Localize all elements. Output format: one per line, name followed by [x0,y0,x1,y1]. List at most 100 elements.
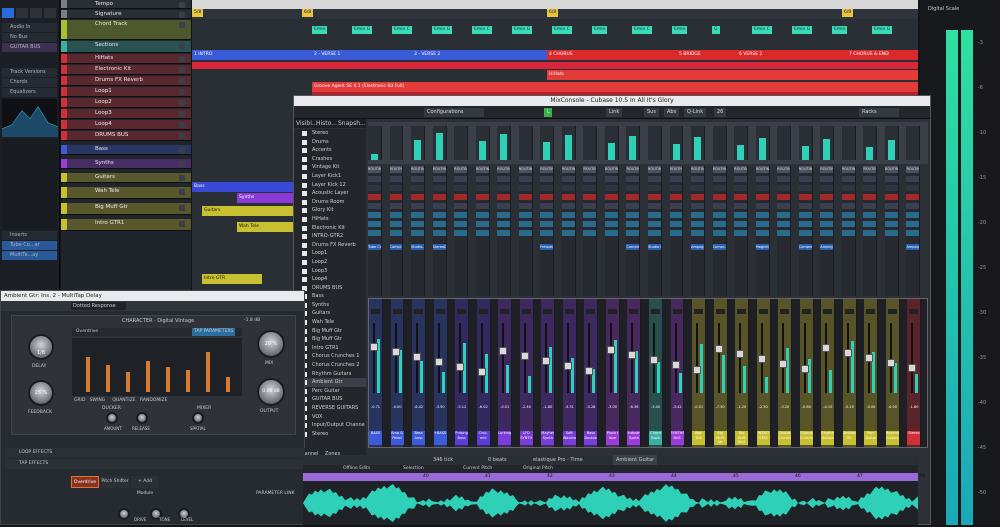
rack-slot[interactable] [540,221,554,227]
rack-slot[interactable] [755,185,769,191]
rack-slot[interactable] [691,221,704,227]
visibility-item[interactable]: Vintage Kit [294,163,366,172]
track-versions-row[interactable]: Track Versions [2,68,57,77]
audio-in-row[interactable]: Audio In [2,23,57,32]
channel-name[interactable]: Big Muff Gtr [713,431,727,445]
rack-slot[interactable] [368,185,381,191]
pan-control[interactable] [371,309,380,314]
level-readout[interactable]: -0.01 [692,405,705,409]
rack-slot[interactable] [475,194,489,200]
channel-name[interactable]: Reverse Guitars [885,431,899,445]
rack-slot[interactable] [368,203,381,209]
rack-slot[interactable] [863,185,877,191]
level-readout[interactable]: -5.12 [455,405,468,409]
rack-slot[interactable] [820,176,834,182]
rack-slot[interactable] [820,221,834,227]
inserts-row[interactable]: Inserts [2,231,57,240]
rack-slot[interactable] [669,185,683,191]
rack-slot[interactable] [475,212,489,218]
rack-slot[interactable] [691,185,704,191]
beats-readout[interactable]: 0 beats [488,455,507,465]
checkbox-icon[interactable] [302,139,307,145]
rack-slot[interactable] [561,176,575,182]
channel-name[interactable]: Big Muff Gtr2 [735,431,749,445]
visibility-item[interactable]: Loop1 [294,249,366,258]
track-mute-button[interactable] [179,205,185,211]
rack-slot[interactable] [648,212,661,218]
routing-header[interactable]: ROUTING [540,166,554,173]
track-header[interactable]: Intro GTR1 [61,219,191,231]
rack-slot[interactable] [583,230,597,236]
level-readout[interactable]: -0.00 [864,405,877,409]
rack-slot[interactable] [432,230,446,236]
rack-slot[interactable] [755,230,769,236]
release-knob[interactable] [136,412,148,424]
insert-slot[interactable]: StereoDelay [432,244,446,250]
rack-slot[interactable] [777,212,791,218]
waveform-display[interactable] [303,481,918,525]
insert-slot-2[interactable]: MultiTa...ay [2,251,57,260]
rack-slot[interactable] [863,194,877,200]
pan-control[interactable] [909,309,919,314]
channel-name[interactable]: Industrial Synth [627,431,641,445]
guitar-bus-row[interactable]: GUITAR BUS [2,43,57,52]
rack-slot[interactable] [884,176,898,182]
checkbox-icon[interactable] [302,208,307,214]
routing-header[interactable]: ROUTING [604,166,618,173]
rack-slot[interactable] [863,176,877,182]
section-verse2[interactable]: 3 - VERSE 2 [412,50,547,60]
level-readout[interactable]: -3.00 [606,405,619,409]
track-header[interactable]: Electronic Kit [61,65,191,75]
insert-slot[interactable]: Ampeg... [820,244,834,250]
visibility-item[interactable]: INTRO-GTR2 [294,232,366,241]
routing-header[interactable]: ROUTING [734,166,748,173]
track-header[interactable]: Synths [61,159,191,169]
link-button[interactable]: Link [606,108,623,117]
rack-slot[interactable] [626,203,640,209]
routing-header[interactable]: ROUTING [561,166,575,173]
visibility-item[interactable]: Loop4 [294,275,366,284]
pan-control[interactable] [564,309,574,314]
channel-name[interactable]: Perc Guitar [864,431,878,445]
fader-handle[interactable] [886,359,895,367]
visibility-item[interactable]: Glory Kit [294,206,366,215]
routing-header[interactable]: ROUTING [669,166,683,173]
routing-header[interactable]: ROUTING [798,166,812,173]
section-bridge[interactable]: 5 BRIDGE [677,50,737,60]
loop-button[interactable]: L [544,108,552,117]
rack-slot[interactable] [561,203,575,209]
rack-slot[interactable] [863,230,877,236]
track-mute-button[interactable] [179,56,185,62]
routing-header[interactable]: ROUTING [755,166,769,173]
fader-handle[interactable] [370,343,378,351]
rack-slot[interactable] [906,221,920,227]
rack-slot[interactable] [648,221,661,227]
channel-name[interactable]: Lurking [498,431,512,445]
rack-slot[interactable] [777,194,791,200]
level-readout[interactable]: -5.31 [563,405,576,409]
pan-control[interactable] [780,309,790,314]
abs-button[interactable]: Abs [664,108,680,117]
overdrive-module[interactable]: Overdrive [71,476,99,488]
track-select[interactable]: Ambient Guitar [613,455,658,465]
track-header[interactable]: HiHats [61,54,191,64]
track-header[interactable]: DRUMS BUS [61,131,191,141]
track-mute-button[interactable] [179,78,185,84]
rack-slot[interactable] [626,185,640,191]
routing-header[interactable]: ROUTING [411,166,424,173]
pan-control[interactable] [672,309,682,314]
channel-name[interactable]: Pluck I love [605,431,619,445]
routing-header[interactable]: ROUTING [841,166,855,173]
track-mute-button[interactable] [179,2,185,8]
rack-slot[interactable] [798,221,812,227]
rack-slot[interactable] [368,194,381,200]
rack-slot[interactable] [432,185,446,191]
rack-slot[interactable] [777,176,791,182]
fader-handle[interactable] [736,350,745,358]
add-module-button[interactable]: + Add Module [131,476,159,496]
drive-knob[interactable] [118,508,130,520]
tap-bar[interactable] [106,364,110,392]
rack-slot[interactable] [475,221,489,227]
rack-slot[interactable] [497,203,511,209]
channel-name[interactable]: Ambient Gtr [842,431,856,445]
